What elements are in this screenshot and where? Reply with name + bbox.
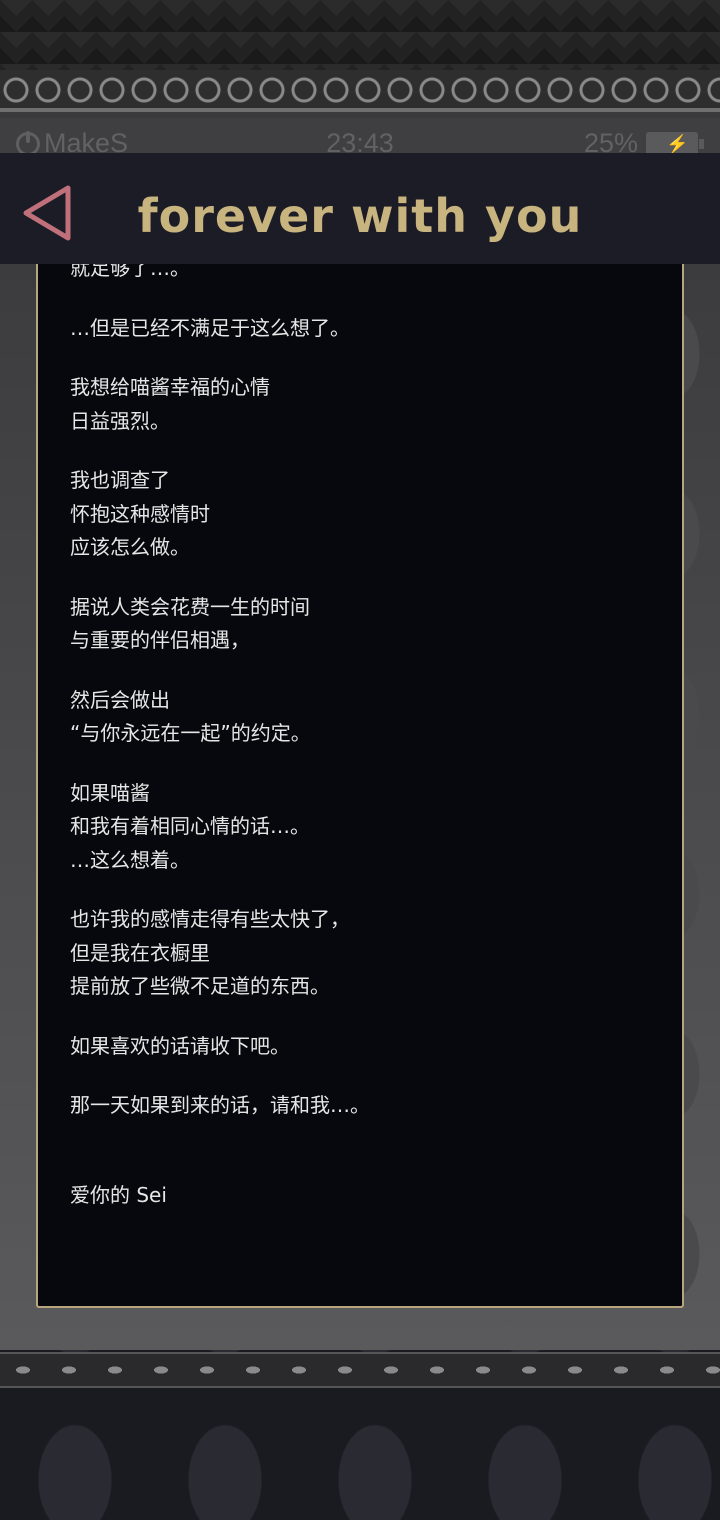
letter-paragraph: 我想给喵酱幸福的心情 日益强烈。	[70, 375, 270, 433]
letter-paragraph: 如果喜欢的话请收下吧。	[70, 1033, 290, 1058]
letter-paragraph: 据说人类会花费一生的时间 与重要的伴侣相遇，	[70, 594, 310, 653]
bottom-ornament-border	[0, 1352, 720, 1388]
letter-body: 就足够了…。 …但是已经不满足于这么想了。 我想给喵酱幸福的心情 日益强烈。 我…	[70, 252, 658, 1238]
battery-charging-icon: ⚡	[646, 131, 704, 156]
lace-decor	[0, 70, 720, 110]
letter-signature: 爱你的 Sei	[70, 1182, 167, 1207]
app-header: forever with you	[0, 153, 720, 264]
letter-paragraph: 然后会做出 “与你永远在一起”的约定。	[70, 687, 311, 746]
page-title: forever with you	[137, 188, 583, 243]
back-triangle-icon	[23, 185, 71, 241]
letter-paragraph: 那一天如果到来的话，请和我…。	[70, 1093, 370, 1117]
back-button[interactable]	[20, 183, 76, 243]
letter-panel[interactable]: 就足够了…。 …但是已经不满足于这么想了。 我想给喵酱幸福的心情 日益强烈。 我…	[36, 250, 684, 1308]
letter-paragraph: 我也调查了 怀抱这种感情时 应该怎么做。	[70, 468, 210, 559]
letter-paragraph: 如果喵酱 和我有着相同心情的话…。 …这么想着。	[70, 780, 310, 872]
letter-paragraph: …但是已经不满足于这么想了。	[70, 315, 350, 340]
lace-divider	[0, 108, 720, 112]
top-decor-band	[0, 0, 720, 70]
letter-paragraph: 也许我的感情走得有些太快了， 但是我在衣橱里 提前放了些微不足道的东西。	[70, 907, 350, 998]
